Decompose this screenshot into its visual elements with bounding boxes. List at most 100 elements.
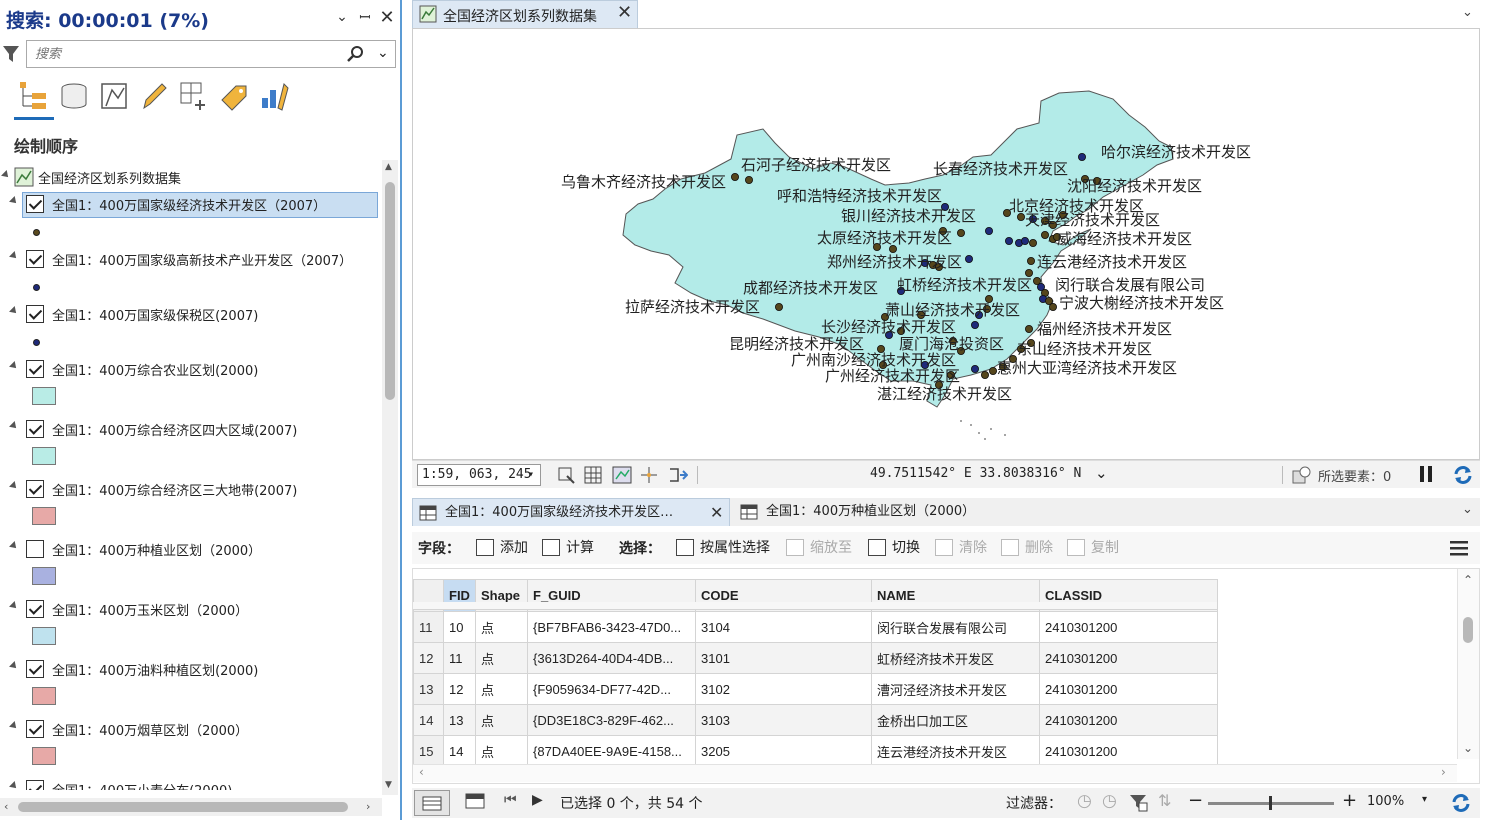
development-zone-marker[interactable] <box>1041 230 1050 239</box>
development-zone-marker[interactable] <box>1078 153 1087 162</box>
range-filter-icon[interactable]: ◷ <box>1102 791 1117 811</box>
map-view-tab[interactable]: 全国经济区划系列数据集 ✕ <box>412 0 638 28</box>
cell-classid[interactable]: 2410301200 <box>1039 673 1218 705</box>
fill-symbol[interactable] <box>32 387 56 405</box>
zoom-to-button[interactable]: 缩放至 <box>786 538 852 558</box>
cell-shape[interactable]: 点 <box>475 673 528 705</box>
cell-name[interactable]: 虹桥经济技术开发区 <box>871 642 1040 674</box>
selected-features-icon[interactable] <box>1292 466 1312 484</box>
cell-code[interactable]: 3104 <box>695 611 872 643</box>
cell-shape[interactable]: 点 <box>475 642 528 674</box>
cell-classid[interactable]: 2410301200 <box>1039 642 1218 674</box>
development-zone-marker[interactable] <box>981 370 990 379</box>
collapse-triangle-icon[interactable] <box>9 781 19 790</box>
scroll-right-icon[interactable]: › <box>1441 765 1446 779</box>
fill-symbol[interactable] <box>32 687 56 705</box>
dropdown-arrow-icon[interactable]: ▾ <box>1422 794 1427 805</box>
table-tab-active[interactable]: 全国1：400万国家级经济技术开发区… ✕ <box>412 498 730 526</box>
add-field-button[interactable]: 添加 <box>476 538 528 558</box>
collapse-triangle-icon[interactable] <box>9 661 19 671</box>
table-row[interactable]: 13 12 点 {F9059634-DF77-42D... 3102 漕河泾经济技术开发区… <box>413 673 1218 705</box>
cell-fguid[interactable]: {87DA40EE-9A9E-4158... <box>527 735 696 767</box>
collapse-triangle-icon[interactable] <box>9 196 19 206</box>
next-record-icon[interactable]: ▶ <box>532 792 543 808</box>
cell-code[interactable]: 3103 <box>695 704 872 736</box>
development-zone-marker[interactable] <box>971 320 980 329</box>
cell-fguid[interactable]: {F9059634-DF77-42D... <box>527 673 696 705</box>
layer-item[interactable]: 全国1：400万烟草区划（2000） <box>0 717 380 741</box>
layer-visibility-checkbox[interactable] <box>26 360 44 378</box>
china-map[interactable]: 乌鲁木齐经济技术开发区石河子经济技术开发区 长春经济技术开发区 哈尔滨经济技术开发区… <box>413 29 1479 459</box>
cell-name[interactable]: 闵行联合发展有限公司 <box>871 611 1040 643</box>
fill-symbol[interactable] <box>32 567 56 585</box>
development-zone-marker[interactable] <box>730 172 739 181</box>
first-record-icon[interactable]: ⏮ <box>504 792 517 808</box>
cell-name[interactable]: 金桥出口加工区 <box>871 704 1040 736</box>
fixed-zoom-icon[interactable] <box>557 466 575 484</box>
development-zone-marker[interactable] <box>1027 256 1036 265</box>
navigation-icon[interactable] <box>612 466 632 484</box>
select-by-attributes-button[interactable]: 按属性选择 <box>676 538 770 558</box>
cell-name[interactable]: 连云港经济技术开发区 <box>871 735 1040 767</box>
list-by-labeling-icon[interactable] <box>218 80 250 112</box>
layer-visibility-checkbox[interactable] <box>26 780 44 790</box>
layer-item[interactable]: 全国1：400万国家级保税区(2007) <box>0 302 380 326</box>
cell-fid[interactable]: 12 <box>443 673 476 705</box>
filter-icon[interactable] <box>2 44 20 64</box>
cell-classid[interactable]: 2410301200 <box>1039 611 1218 643</box>
list-by-snapping-icon[interactable] <box>178 80 210 112</box>
cell-fid[interactable]: 13 <box>443 704 476 736</box>
development-zone-marker[interactable] <box>971 364 980 373</box>
layer-visibility-checkbox[interactable] <box>26 195 44 213</box>
layer-item[interactable]: 全国1：400万国家级经济技术开发区（2007） <box>0 192 380 218</box>
dropdown-arrow-icon[interactable]: ▾ <box>528 465 534 485</box>
layer-item[interactable]: 全国1：400万种植业区划（2000） <box>0 537 380 561</box>
cell-fid[interactable]: 11 <box>443 642 476 674</box>
cell-fguid[interactable]: {DD3E18C3-829F-462... <box>527 704 696 736</box>
table-menu-icon[interactable] <box>1450 540 1468 556</box>
close-tab-icon[interactable]: ✕ <box>617 2 632 23</box>
copy-button[interactable]: 复制 <box>1067 538 1119 558</box>
layer-visibility-checkbox[interactable] <box>26 600 44 618</box>
chevron-down-icon[interactable]: ⌄ <box>1095 464 1108 482</box>
scroll-thumb[interactable] <box>385 182 395 400</box>
cell-fguid[interactable]: {BF7BFAB6-3423-47D0... <box>527 611 696 643</box>
show-all-records-button[interactable] <box>414 790 450 816</box>
layer-visibility-checkbox[interactable] <box>26 420 44 438</box>
chevron-down-icon[interactable]: ⌄ <box>332 6 352 28</box>
snapping-icon[interactable] <box>640 466 658 484</box>
collapse-triangle-icon[interactable] <box>9 251 19 261</box>
table-horizontal-scrollbar[interactable]: ‹ › <box>413 764 1457 782</box>
cell-shape[interactable]: 点 <box>475 735 528 767</box>
table-row[interactable]: 14 13 点 {DD3E18C3-829F-462... 3103 金桥出口加工区 241… <box>413 704 1218 736</box>
cell-code[interactable]: 3205 <box>695 735 872 767</box>
table-row[interactable]: 15 14 点 {87DA40EE-9A9E-4158... 3205 连云港经济技术开发… <box>413 735 1218 767</box>
scroll-thumb[interactable] <box>1463 617 1473 643</box>
fill-symbol[interactable] <box>32 747 56 765</box>
switch-selection-button[interactable]: 切换 <box>868 538 920 558</box>
delete-button[interactable]: 删除 <box>1001 538 1053 558</box>
cell-classid[interactable]: 2410301200 <box>1039 735 1218 767</box>
table-vertical-scrollbar[interactable]: ⌃ ⌄ <box>1457 569 1479 759</box>
horizontal-scrollbar[interactable]: ‹ › <box>0 798 382 816</box>
layer-item[interactable]: 全国1：400万油料种植区划(2000) <box>0 657 380 681</box>
cell-fguid[interactable]: {3613D264-40D4-4DB... <box>527 642 696 674</box>
zoom-out-icon[interactable]: − <box>1188 790 1203 811</box>
calculate-field-button[interactable]: 计算 <box>542 538 594 558</box>
layer-visibility-checkbox[interactable] <box>26 660 44 678</box>
layer-visibility-checkbox[interactable] <box>26 720 44 738</box>
point-symbol[interactable] <box>33 284 40 291</box>
collapse-triangle-icon[interactable] <box>9 306 19 316</box>
list-by-selection-icon[interactable] <box>98 80 130 112</box>
table-row[interactable]: 11 10 点 {BF7BFAB6-3423-47D0... 3104 闵行联合发展有限公… <box>413 611 1218 643</box>
development-zone-marker[interactable] <box>985 226 994 235</box>
list-by-source-icon[interactable] <box>58 80 90 112</box>
chevron-down-icon[interactable]: ⌄ <box>1462 502 1473 517</box>
search-field[interactable]: ⌄ <box>26 40 396 68</box>
cell-shape[interactable]: 点 <box>475 704 528 736</box>
list-by-drawing-order-icon[interactable] <box>18 80 50 112</box>
development-zone-marker[interactable] <box>1005 236 1014 245</box>
scale-selector[interactable]: 1:59, 063, 245 ▾ <box>417 464 541 486</box>
vertical-scrollbar[interactable]: ▲ ▼ <box>382 160 398 795</box>
pause-icon[interactable] <box>1420 466 1424 482</box>
